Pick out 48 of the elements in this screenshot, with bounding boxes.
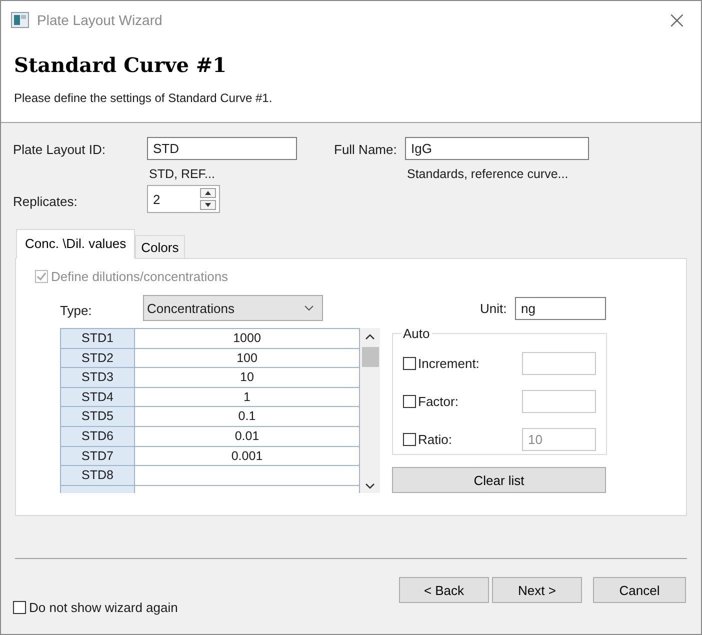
- wizard-button[interactable]: Next >: [492, 577, 582, 603]
- row-header: STD2: [61, 348, 135, 368]
- checkbox-label: Define dilutions/concentrations: [51, 269, 228, 284]
- row-header: STD1: [61, 329, 135, 348]
- scrollbar[interactable]: [360, 328, 380, 493]
- wizard-button[interactable]: < Back: [399, 577, 489, 603]
- row-header: STD5: [61, 407, 135, 426]
- tab[interactable]: Conc. \Dil. values: [16, 229, 136, 259]
- field-label: Type:: [60, 302, 93, 318]
- page-subtitle: Please define the settings of Standard Curve #1.: [14, 91, 274, 105]
- full-name-field[interactable]: IgG: [405, 137, 589, 160]
- plate-layout-id-field[interactable]: STD: [147, 137, 297, 160]
- checkbox-label: Ratio:: [418, 432, 453, 446]
- chevron-up-icon[interactable]: [365, 334, 375, 340]
- clear-list-button[interactable]: Clear list: [392, 467, 606, 493]
- tab[interactable]: Colors: [135, 235, 185, 259]
- field-hint: Standards, reference curve...: [407, 167, 570, 181]
- chevron-down-icon: [304, 305, 314, 311]
- spinner-value: 2: [153, 192, 160, 206]
- dropdown-value: Concentrations: [147, 300, 234, 316]
- type-dropdown[interactable]: Concentrations: [143, 295, 323, 321]
- row-header: STD6: [61, 426, 135, 446]
- row-header: STD3: [61, 368, 135, 387]
- field-hint: STD, REF...: [149, 167, 216, 181]
- group-title: Auto: [401, 326, 432, 341]
- checkbox[interactable]: [403, 356, 416, 370]
- wizard-button[interactable]: Cancel: [593, 577, 686, 603]
- window-title: Plate Layout Wizard: [37, 12, 164, 28]
- checkbox-label: Increment:: [418, 356, 480, 370]
- checkbox[interactable]: [13, 601, 26, 614]
- field-label: Plate Layout ID:: [13, 141, 106, 157]
- close-button[interactable]: ×: [662, 6, 691, 34]
- chevron-down-icon[interactable]: [365, 483, 375, 489]
- unit-field[interactable]: ng: [515, 296, 606, 320]
- checkbox-label: Do not show wizard again: [29, 600, 178, 615]
- replicates-spinner[interactable]: 2: [147, 185, 220, 213]
- field-label: Full Name:: [334, 141, 398, 157]
- row-header: STD8: [61, 466, 135, 485]
- row-header: STD4: [61, 388, 135, 406]
- checkbox-label: Factor:: [418, 394, 460, 408]
- scrollbar-thumb[interactable]: [362, 347, 378, 367]
- field-label: Unit:: [480, 300, 508, 316]
- field-label: Replicates:: [13, 193, 78, 209]
- page-heading: Standard Curve #1: [14, 53, 228, 77]
- row-header: STD7: [61, 446, 135, 466]
- app-icon: [11, 12, 29, 28]
- checkbox[interactable]: [403, 394, 416, 408]
- checkbox[interactable]: [403, 432, 416, 446]
